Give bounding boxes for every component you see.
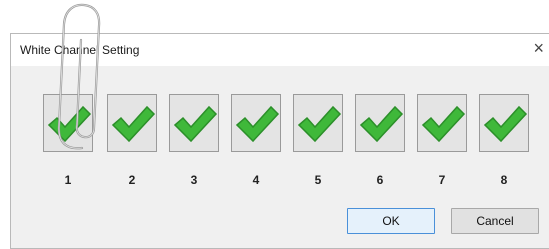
channel-checkbox[interactable] <box>231 94 281 152</box>
cancel-button[interactable]: Cancel <box>451 208 539 234</box>
channel-number: 7 <box>438 173 446 187</box>
channel-number: 4 <box>252 173 260 187</box>
green-checkmark-icon <box>359 105 404 143</box>
channel-checkbox[interactable] <box>417 94 467 152</box>
channel-checkbox[interactable] <box>169 94 219 152</box>
channel-checkbox[interactable] <box>293 94 343 152</box>
channel-toggle-3[interactable]: 3 <box>169 94 223 190</box>
channel-number: 1 <box>64 173 72 187</box>
paperclip-icon <box>57 3 101 150</box>
channel-toggle-5[interactable]: 5 <box>293 94 347 190</box>
channel-checkbox[interactable] <box>479 94 529 152</box>
channel-toggle-7[interactable]: 7 <box>417 94 471 190</box>
channel-number: 6 <box>376 173 384 187</box>
ok-button[interactable]: OK <box>347 208 435 234</box>
channel-number: 5 <box>314 173 322 187</box>
green-checkmark-icon <box>483 105 528 143</box>
green-checkmark-icon <box>173 105 218 143</box>
green-checkmark-icon <box>421 105 466 143</box>
channel-checkbox[interactable] <box>355 94 405 152</box>
close-icon[interactable]: × <box>533 38 544 58</box>
channel-toggle-4[interactable]: 4 <box>231 94 285 190</box>
channel-toggle-8[interactable]: 8 <box>479 94 533 190</box>
channel-number: 3 <box>190 173 198 187</box>
channel-number: 2 <box>128 173 136 187</box>
channel-number: 8 <box>500 173 508 187</box>
channel-toggle-6[interactable]: 6 <box>355 94 409 190</box>
green-checkmark-icon <box>297 105 342 143</box>
green-checkmark-icon <box>235 105 280 143</box>
